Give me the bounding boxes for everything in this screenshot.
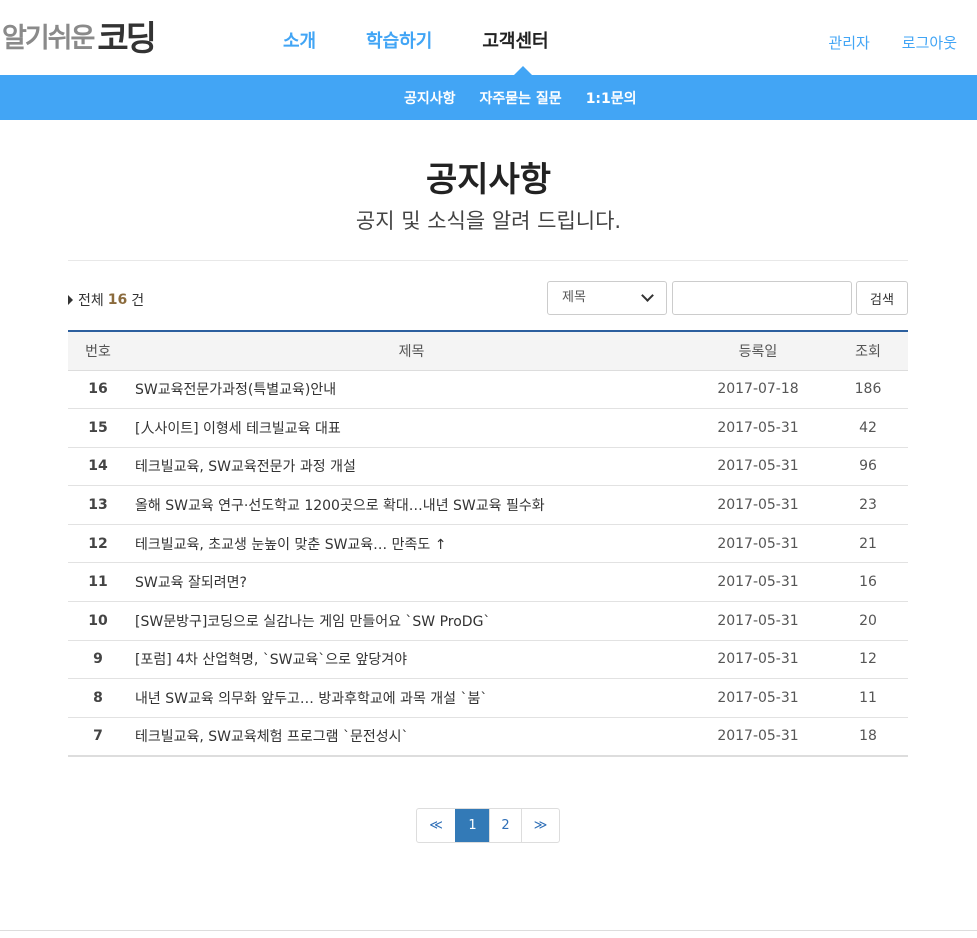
row-number: 10 — [68, 601, 128, 641]
row-views: 42 — [828, 408, 908, 448]
logout-link[interactable]: 로그아웃 — [902, 32, 957, 54]
pagination-last-button[interactable]: ≫ — [521, 809, 559, 842]
row-date: 2017-05-31 — [688, 408, 828, 448]
row-date: 2017-05-31 — [688, 717, 828, 757]
search-field-value: 제목 — [562, 290, 586, 305]
logo-text-big: 코딩 — [97, 19, 157, 59]
row-title-link[interactable]: [人사이트] 이형세 테크빌교육 대표 — [128, 408, 688, 448]
site-header: 알기쉬운 코딩 소개 학습하기 고객센터 관리자 로그아웃 — [0, 0, 977, 76]
table-row[interactable]: 16 SW교육전문가과정(특별교육)안내 2017-07-18 186 — [68, 370, 908, 410]
table-row[interactable]: 10 [SW문방구]코딩으로 실감나는 게임 만들어요 `SW ProDG` 2… — [68, 601, 908, 641]
row-views: 11 — [828, 678, 908, 718]
main-nav-intro[interactable]: 소개 — [283, 28, 316, 56]
row-title-link[interactable]: 테크빌교육, 초교생 눈높이 맞춘 SW교육… 만족도 ↑ — [128, 524, 688, 564]
page-title: 공지사항 — [425, 160, 552, 200]
row-date: 2017-05-31 — [688, 562, 828, 603]
user-nav: 관리자 로그아웃 — [796, 32, 957, 54]
header-number: 번호 — [68, 331, 128, 371]
row-date: 2017-05-31 — [688, 485, 828, 525]
search-button[interactable]: 검색 — [856, 281, 908, 315]
row-date: 2017-05-31 — [688, 524, 828, 564]
header-title: 제목 — [128, 331, 688, 371]
row-number: 9 — [68, 640, 128, 680]
row-number: 13 — [68, 485, 128, 525]
search-field-select[interactable]: 제목 — [547, 281, 667, 315]
sub-nav-faq[interactable]: 자주묻는 질문 — [480, 88, 562, 108]
main-nav-learn[interactable]: 학습하기 — [366, 28, 432, 56]
row-title-link[interactable]: 내년 SW교육 의무화 앞두고… 방과후학교에 과목 개설 `붐` — [128, 678, 688, 718]
footer-divider — [0, 930, 977, 931]
notice-table: 번호 제목 등록일 조회 16 SW교육전문가과정(특별교육)안내 2017-0… — [68, 330, 908, 757]
row-views: 20 — [828, 601, 908, 641]
pagination-page-2[interactable]: 2 — [489, 809, 521, 842]
pagination-page-1[interactable]: 1 — [455, 809, 489, 842]
logo-text-small: 알기쉬운 — [2, 23, 95, 54]
sub-nav-notice[interactable]: 공지사항 — [404, 88, 456, 108]
total-prefix: 전체 — [78, 293, 104, 309]
sub-nav-bar: 공지사항 자주묻는 질문 1:1문의 — [0, 75, 977, 120]
row-views: 12 — [828, 640, 908, 680]
row-views: 186 — [828, 370, 908, 410]
row-views: 96 — [828, 447, 908, 487]
row-number: 15 — [68, 408, 128, 448]
admin-link[interactable]: 관리자 — [828, 32, 869, 54]
total-suffix: 건 — [131, 293, 145, 309]
table-row[interactable]: 11 SW교육 잘되려면? 2017-05-31 16 — [68, 562, 908, 603]
row-number: 8 — [68, 678, 128, 718]
row-views: 21 — [828, 524, 908, 564]
table-header-row: 번호 제목 등록일 조회 — [68, 331, 908, 371]
row-title-link[interactable]: 테크빌교육, SW교육체험 프로그램 `문전성시` — [128, 717, 688, 757]
row-number: 7 — [68, 717, 128, 757]
table-row[interactable]: 7 테크빌교육, SW교육체험 프로그램 `문전성시` 2017-05-31 1… — [68, 717, 908, 757]
row-date: 2017-05-31 — [688, 678, 828, 718]
row-title-link[interactable]: 테크빌교육, SW교육전문가 과정 개설 — [128, 447, 688, 487]
triangle-right-icon — [68, 295, 73, 305]
row-title-link[interactable]: SW교육 잘되려면? — [128, 562, 688, 603]
table-row[interactable]: 14 테크빌교육, SW교육전문가 과정 개설 2017-05-31 96 — [68, 447, 908, 487]
row-views: 18 — [828, 717, 908, 757]
chevron-down-icon — [641, 289, 654, 302]
main-nav: 소개 학습하기 고객센터 — [283, 28, 599, 56]
table-row[interactable]: 9 [포럼] 4차 산업혁명, `SW교육`으로 앞당겨야 2017-05-31… — [68, 640, 908, 680]
page-subtitle: 공지 및 소식을 알려 드립니다. — [355, 209, 622, 233]
table-row[interactable]: 12 테크빌교육, 초교생 눈높이 맞춘 SW교육… 만족도 ↑ 2017-05… — [68, 524, 908, 564]
pagination-first-button[interactable]: ≪ — [417, 809, 455, 842]
row-number: 16 — [68, 370, 128, 410]
table-row[interactable]: 15 [人사이트] 이형세 테크빌교육 대표 2017-05-31 42 — [68, 408, 908, 448]
row-date: 2017-07-18 — [688, 370, 828, 410]
header-views: 조회 — [828, 331, 908, 371]
row-views: 23 — [828, 485, 908, 525]
table-row[interactable]: 8 내년 SW교육 의무화 앞두고… 방과후학교에 과목 개설 `붐` 2017… — [68, 678, 908, 718]
row-title-link[interactable]: [포럼] 4차 산업혁명, `SW교육`으로 앞당겨야 — [128, 640, 688, 680]
row-title-link[interactable]: 올해 SW교육 연구·선도학교 1200곳으로 확대…내년 SW교육 필수화 — [128, 485, 688, 525]
row-number: 12 — [68, 524, 128, 564]
total-number: 16 — [107, 292, 128, 308]
row-date: 2017-05-31 — [688, 447, 828, 487]
row-title-link[interactable]: SW교육전문가과정(특별교육)안내 — [128, 370, 688, 410]
total-count: 전체 16 건 — [68, 290, 144, 310]
table-row[interactable]: 13 올해 SW교육 연구·선도학교 1200곳으로 확대…내년 SW교육 필수… — [68, 485, 908, 525]
row-number: 14 — [68, 447, 128, 487]
header-date: 등록일 — [688, 331, 828, 371]
site-logo[interactable]: 알기쉬운 코딩 — [2, 14, 157, 64]
pagination: ≪ 1 2 ≫ — [416, 808, 560, 843]
main-nav-support[interactable]: 고객센터 — [482, 28, 548, 56]
row-title-link[interactable]: [SW문방구]코딩으로 실감나는 게임 만들어요 `SW ProDG` — [128, 601, 688, 641]
row-views: 16 — [828, 562, 908, 603]
row-date: 2017-05-31 — [688, 640, 828, 680]
sub-nav-inquiry[interactable]: 1:1문의 — [586, 88, 637, 108]
row-date: 2017-05-31 — [688, 601, 828, 641]
search-input[interactable] — [672, 281, 852, 315]
row-number: 11 — [68, 562, 128, 603]
title-divider — [68, 260, 908, 261]
